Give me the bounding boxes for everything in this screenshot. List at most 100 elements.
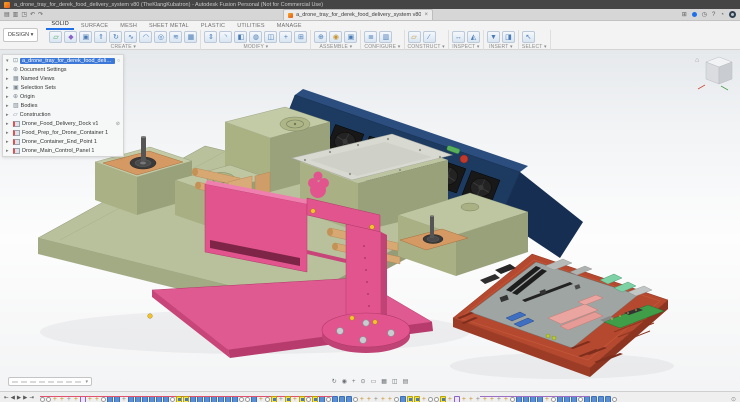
timeline-joint[interactable]: + [387,396,393,402]
document-tab-close-icon[interactable]: × [424,12,428,18]
timeline-feature[interactable] [245,397,250,402]
save-icon[interactable]: ◳ [21,12,27,18]
hole-button[interactable]: ◎ [154,31,167,43]
loft-button[interactable]: ◠ [139,31,152,43]
expand-caret-icon[interactable]: ▸ [6,67,11,73]
browser-item-label[interactable]: Document Settings [20,67,66,73]
thread-button[interactable]: ≋ [169,31,182,43]
tab-surface[interactable]: SURFACE [76,23,113,30]
file-icon[interactable]: ▥ [13,12,19,18]
browser-item-label[interactable]: Drone_Main_Control_Panel 1 [22,148,94,154]
pattern-button[interactable]: ▦ [184,31,197,43]
combine-button[interactable]: ◍ [249,31,262,43]
timeline-component[interactable] [332,396,338,402]
timeline-component[interactable] [591,396,597,402]
tab-manage[interactable]: MANAGE [272,23,307,30]
browser-item-label[interactable]: Named Views [21,76,55,82]
help-icon[interactable]: ? [712,12,715,18]
insert-decal-button[interactable]: ◨ [502,31,515,43]
viewcube-home-icon[interactable]: ⌂ [695,57,699,64]
grid-settings-icon[interactable]: ◫ [392,379,398,385]
browser-item-label[interactable]: Selection Sets [21,85,56,91]
timeline-feature-selected[interactable] [183,396,189,402]
notification-dot[interactable] [692,12,697,17]
split-body-button[interactable]: ◫ [264,31,277,43]
construction-axis-button[interactable]: ∕ [423,31,436,43]
timeline-feature[interactable] [40,397,45,402]
timeline-options-icon[interactable]: ⊙ [731,396,736,402]
timeline-feature[interactable] [434,397,439,402]
timeline-joint[interactable]: + [359,396,365,402]
expand-caret-icon[interactable]: ▸ [6,148,11,154]
browser-root-row[interactable]: ▾⊡a_drone_tray_for_derek_food_delivery_s… [3,56,123,65]
browser-item-row[interactable]: ▸▱Construction [3,110,123,119]
move-copy-button[interactable]: + [279,31,292,43]
timeline-strip[interactable]: +++++++++++++++++++++++++ [40,396,729,402]
browser-item-row[interactable]: ▸▦Named Views [3,74,123,83]
expand-caret-icon[interactable]: ▸ [6,103,11,109]
timeline-skip-end[interactable]: ⇥ [29,396,34,402]
timeline-component[interactable] [598,396,604,402]
browser-item-row[interactable]: ▸⊛Document Settings [3,65,123,74]
configure-button[interactable]: ≣ [364,31,377,43]
timeline-joint[interactable]: + [421,396,427,402]
tab-solid[interactable]: SOLID [46,21,74,30]
redo-icon[interactable]: ↷ [38,12,43,18]
expand-caret-icon[interactable]: ▸ [6,76,11,82]
expand-caret-icon[interactable]: ▸ [6,94,11,100]
notifications-bell-icon[interactable]: ◔ [720,12,724,18]
rigid-group-button[interactable]: ▣ [344,31,357,43]
timeline-feature-plus[interactable]: + [373,396,379,402]
timeline-feature[interactable] [612,397,617,402]
browser-item-label[interactable]: Bodies [21,103,38,109]
timeline-feature[interactable] [353,397,358,402]
timeline-feature[interactable] [170,397,175,402]
section-analysis-button[interactable]: ◭ [467,31,480,43]
sweep-button[interactable]: ∿ [124,31,137,43]
timeline-joint[interactable]: + [380,396,386,402]
expand-caret-icon[interactable]: ▸ [6,130,11,136]
insert-mesh-button[interactable]: ▼ [487,31,500,43]
zoom-icon[interactable]: ⊙ [361,379,366,385]
extensions-icon[interactable]: ⊞ [682,12,687,18]
timeline-joint[interactable]: + [461,396,467,402]
timeline-component[interactable] [400,396,406,402]
browser-component-row[interactable]: ▸ Drone_Main_Control_Panel 1 [3,146,123,155]
look-at-icon[interactable]: ◉ [342,379,347,385]
timeline-component[interactable] [339,396,345,402]
timeline-feature[interactable] [578,397,583,402]
new-component-button[interactable]: ⊕ [314,31,327,43]
browser-component-row[interactable]: ▸Drone_Container_End_Point 1 [3,137,123,146]
job-status-icon[interactable]: ◷ [702,12,707,18]
timeline-group[interactable] [454,396,460,402]
timeline-joint[interactable]: + [447,396,453,402]
timeline-feature[interactable] [326,397,331,402]
tab-utilities[interactable]: UTILITIES [232,23,269,30]
select-button[interactable]: ↖ [522,31,535,43]
timeline-feature-selected[interactable] [176,396,182,402]
browser-panel[interactable]: ▾⊡a_drone_tray_for_derek_food_delivery_s… [2,54,124,157]
joint-button[interactable]: ◉ [329,31,342,43]
timeline-joint[interactable]: + [468,396,474,402]
browser-component-row[interactable]: ▸Food_Prep_for_Drone_Container 1 [3,128,123,137]
undo-icon[interactable]: ↶ [30,12,35,18]
browser-item-label[interactable]: Construction [20,112,51,118]
browser-item-row[interactable]: ▸⊕Origin [3,92,123,101]
browser-item-label[interactable]: Drone_Food_Delivery_Dock v1 [22,121,98,127]
timeline-feature-selected[interactable] [299,396,305,402]
timeline-feature-selected[interactable] [285,396,291,402]
create-form-button[interactable]: ◆ [64,31,77,43]
press-pull-button[interactable]: ⇕ [204,31,217,43]
expand-caret-icon[interactable]: ▸ [6,85,11,91]
expand-caret-icon[interactable]: ▾ [6,58,11,64]
tab-plastic[interactable]: PLASTIC [196,23,230,30]
timeline-feature-selected[interactable] [440,396,446,402]
tab-mesh[interactable]: MESH [115,23,142,30]
browser-item-label[interactable]: Drone_Container_End_Point 1 [22,139,97,145]
tab-sheet-metal[interactable]: SHEET METAL [144,23,194,30]
timeline-skip-start[interactable]: ⇤ [4,396,9,402]
timeline-component[interactable] [605,396,611,402]
orbit-icon[interactable]: ↻ [332,379,337,385]
display-settings-icon[interactable]: ▦ [381,379,387,385]
timeline-feature[interactable] [239,397,244,402]
